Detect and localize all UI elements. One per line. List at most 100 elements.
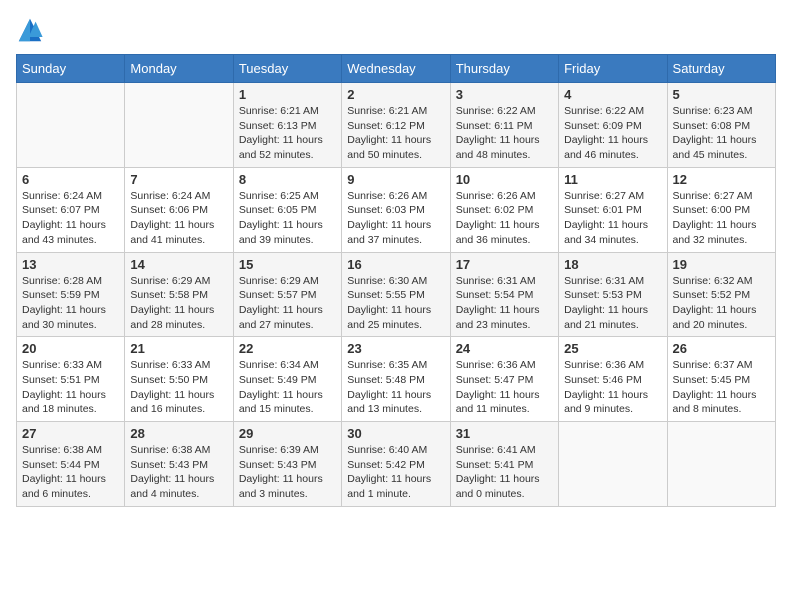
day-number: 4 bbox=[564, 87, 661, 102]
day-info: Sunrise: 6:39 AM Sunset: 5:43 PM Dayligh… bbox=[239, 443, 336, 502]
header-cell-thursday: Thursday bbox=[450, 55, 558, 83]
day-number: 10 bbox=[456, 172, 553, 187]
calendar-cell: 24 Sunrise: 6:36 AM Sunset: 5:47 PM Dayli… bbox=[450, 337, 558, 422]
day-info: Sunrise: 6:21 AM Sunset: 6:13 PM Dayligh… bbox=[239, 104, 336, 163]
calendar-cell: 15 Sunrise: 6:29 AM Sunset: 5:57 PM Dayli… bbox=[233, 252, 341, 337]
calendar-cell bbox=[559, 422, 667, 507]
day-info: Sunrise: 6:34 AM Sunset: 5:49 PM Dayligh… bbox=[239, 358, 336, 417]
day-number: 22 bbox=[239, 341, 336, 356]
day-number: 28 bbox=[130, 426, 227, 441]
header-cell-sunday: Sunday bbox=[17, 55, 125, 83]
day-info: Sunrise: 6:38 AM Sunset: 5:43 PM Dayligh… bbox=[130, 443, 227, 502]
calendar-cell: 13 Sunrise: 6:28 AM Sunset: 5:59 PM Dayli… bbox=[17, 252, 125, 337]
calendar-cell: 27Sunrise: 6:38 AM Sunset: 5:44 PM Dayli… bbox=[17, 422, 125, 507]
header-cell-tuesday: Tuesday bbox=[233, 55, 341, 83]
day-number: 16 bbox=[347, 257, 444, 272]
week-row-4: 27Sunrise: 6:38 AM Sunset: 5:44 PM Dayli… bbox=[17, 422, 776, 507]
day-number: 18 bbox=[564, 257, 661, 272]
calendar-table: SundayMondayTuesdayWednesdayThursdayFrid… bbox=[16, 54, 776, 507]
calendar-cell: 16 Sunrise: 6:30 AM Sunset: 5:55 PM Dayli… bbox=[342, 252, 450, 337]
logo bbox=[16, 16, 48, 44]
header-cell-saturday: Saturday bbox=[667, 55, 775, 83]
header-cell-wednesday: Wednesday bbox=[342, 55, 450, 83]
day-number: 7 bbox=[130, 172, 227, 187]
calendar-cell: 28 Sunrise: 6:38 AM Sunset: 5:43 PM Dayli… bbox=[125, 422, 233, 507]
day-info: Sunrise: 6:27 AM Sunset: 6:01 PM Dayligh… bbox=[564, 189, 661, 248]
day-info: Sunrise: 6:40 AM Sunset: 5:42 PM Dayligh… bbox=[347, 443, 444, 502]
day-info: Sunrise: 6:22 AM Sunset: 6:11 PM Dayligh… bbox=[456, 104, 553, 163]
calendar-cell: 20 Sunrise: 6:33 AM Sunset: 5:51 PM Dayli… bbox=[17, 337, 125, 422]
calendar-cell: 18 Sunrise: 6:31 AM Sunset: 5:53 PM Dayli… bbox=[559, 252, 667, 337]
day-number: 5 bbox=[673, 87, 770, 102]
calendar-cell: 12Sunrise: 6:27 AM Sunset: 6:00 PM Dayli… bbox=[667, 167, 775, 252]
calendar-cell: 10 Sunrise: 6:26 AM Sunset: 6:02 PM Dayli… bbox=[450, 167, 558, 252]
day-info: Sunrise: 6:27 AM Sunset: 6:00 PM Dayligh… bbox=[673, 189, 770, 248]
day-number: 3 bbox=[456, 87, 553, 102]
week-row-1: 6 Sunrise: 6:24 AM Sunset: 6:07 PM Daylig… bbox=[17, 167, 776, 252]
day-info: Sunrise: 6:41 AM Sunset: 5:41 PM Dayligh… bbox=[456, 443, 553, 502]
logo-icon bbox=[16, 16, 44, 44]
week-row-2: 13 Sunrise: 6:28 AM Sunset: 5:59 PM Dayli… bbox=[17, 252, 776, 337]
day-number: 30 bbox=[347, 426, 444, 441]
calendar-cell bbox=[17, 83, 125, 168]
day-info: Sunrise: 6:26 AM Sunset: 6:03 PM Dayligh… bbox=[347, 189, 444, 248]
day-info: Sunrise: 6:28 AM Sunset: 5:59 PM Dayligh… bbox=[22, 274, 119, 333]
page-header bbox=[16, 16, 776, 44]
calendar-cell: 26 Sunrise: 6:37 AM Sunset: 5:45 PM Dayli… bbox=[667, 337, 775, 422]
day-info: Sunrise: 6:24 AM Sunset: 6:06 PM Dayligh… bbox=[130, 189, 227, 248]
week-row-3: 20 Sunrise: 6:33 AM Sunset: 5:51 PM Dayli… bbox=[17, 337, 776, 422]
day-number: 9 bbox=[347, 172, 444, 187]
calendar-cell: 1Sunrise: 6:21 AM Sunset: 6:13 PM Daylig… bbox=[233, 83, 341, 168]
day-info: Sunrise: 6:36 AM Sunset: 5:46 PM Dayligh… bbox=[564, 358, 661, 417]
day-number: 25 bbox=[564, 341, 661, 356]
day-number: 6 bbox=[22, 172, 119, 187]
calendar-cell: 5Sunrise: 6:23 AM Sunset: 6:08 PM Daylig… bbox=[667, 83, 775, 168]
calendar-cell: 4 Sunrise: 6:22 AM Sunset: 6:09 PM Daylig… bbox=[559, 83, 667, 168]
day-number: 31 bbox=[456, 426, 553, 441]
calendar-cell: 25 Sunrise: 6:36 AM Sunset: 5:46 PM Dayli… bbox=[559, 337, 667, 422]
calendar-header: SundayMondayTuesdayWednesdayThursdayFrid… bbox=[17, 55, 776, 83]
day-info: Sunrise: 6:32 AM Sunset: 5:52 PM Dayligh… bbox=[673, 274, 770, 333]
calendar-cell: 17 Sunrise: 6:31 AM Sunset: 5:54 PM Dayli… bbox=[450, 252, 558, 337]
day-info: Sunrise: 6:21 AM Sunset: 6:12 PM Dayligh… bbox=[347, 104, 444, 163]
calendar-cell: 6 Sunrise: 6:24 AM Sunset: 6:07 PM Daylig… bbox=[17, 167, 125, 252]
header-cell-friday: Friday bbox=[559, 55, 667, 83]
day-info: Sunrise: 6:33 AM Sunset: 5:51 PM Dayligh… bbox=[22, 358, 119, 417]
day-info: Sunrise: 6:36 AM Sunset: 5:47 PM Dayligh… bbox=[456, 358, 553, 417]
day-number: 24 bbox=[456, 341, 553, 356]
calendar-cell: 11 Sunrise: 6:27 AM Sunset: 6:01 PM Dayli… bbox=[559, 167, 667, 252]
day-number: 13 bbox=[22, 257, 119, 272]
day-info: Sunrise: 6:24 AM Sunset: 6:07 PM Dayligh… bbox=[22, 189, 119, 248]
day-info: Sunrise: 6:31 AM Sunset: 5:54 PM Dayligh… bbox=[456, 274, 553, 333]
calendar-cell bbox=[125, 83, 233, 168]
calendar-cell: 23 Sunrise: 6:35 AM Sunset: 5:48 PM Dayli… bbox=[342, 337, 450, 422]
calendar-body: 1Sunrise: 6:21 AM Sunset: 6:13 PM Daylig… bbox=[17, 83, 776, 507]
week-row-0: 1Sunrise: 6:21 AM Sunset: 6:13 PM Daylig… bbox=[17, 83, 776, 168]
day-info: Sunrise: 6:35 AM Sunset: 5:48 PM Dayligh… bbox=[347, 358, 444, 417]
day-number: 23 bbox=[347, 341, 444, 356]
day-number: 14 bbox=[130, 257, 227, 272]
calendar-cell: 8 Sunrise: 6:25 AM Sunset: 6:05 PM Daylig… bbox=[233, 167, 341, 252]
header-row: SundayMondayTuesdayWednesdayThursdayFrid… bbox=[17, 55, 776, 83]
day-number: 20 bbox=[22, 341, 119, 356]
day-info: Sunrise: 6:25 AM Sunset: 6:05 PM Dayligh… bbox=[239, 189, 336, 248]
calendar-cell: 14 Sunrise: 6:29 AM Sunset: 5:58 PM Dayli… bbox=[125, 252, 233, 337]
calendar-cell: 7 Sunrise: 6:24 AM Sunset: 6:06 PM Daylig… bbox=[125, 167, 233, 252]
day-info: Sunrise: 6:29 AM Sunset: 5:57 PM Dayligh… bbox=[239, 274, 336, 333]
day-info: Sunrise: 6:29 AM Sunset: 5:58 PM Dayligh… bbox=[130, 274, 227, 333]
calendar-cell: 30 Sunrise: 6:40 AM Sunset: 5:42 PM Dayli… bbox=[342, 422, 450, 507]
day-number: 15 bbox=[239, 257, 336, 272]
header-cell-monday: Monday bbox=[125, 55, 233, 83]
day-number: 8 bbox=[239, 172, 336, 187]
day-number: 26 bbox=[673, 341, 770, 356]
day-number: 17 bbox=[456, 257, 553, 272]
day-info: Sunrise: 6:37 AM Sunset: 5:45 PM Dayligh… bbox=[673, 358, 770, 417]
day-info: Sunrise: 6:22 AM Sunset: 6:09 PM Dayligh… bbox=[564, 104, 661, 163]
day-info: Sunrise: 6:26 AM Sunset: 6:02 PM Dayligh… bbox=[456, 189, 553, 248]
calendar-cell: 22 Sunrise: 6:34 AM Sunset: 5:49 PM Dayli… bbox=[233, 337, 341, 422]
day-info: Sunrise: 6:31 AM Sunset: 5:53 PM Dayligh… bbox=[564, 274, 661, 333]
day-info: Sunrise: 6:30 AM Sunset: 5:55 PM Dayligh… bbox=[347, 274, 444, 333]
calendar-cell: 29Sunrise: 6:39 AM Sunset: 5:43 PM Dayli… bbox=[233, 422, 341, 507]
day-number: 11 bbox=[564, 172, 661, 187]
day-number: 2 bbox=[347, 87, 444, 102]
